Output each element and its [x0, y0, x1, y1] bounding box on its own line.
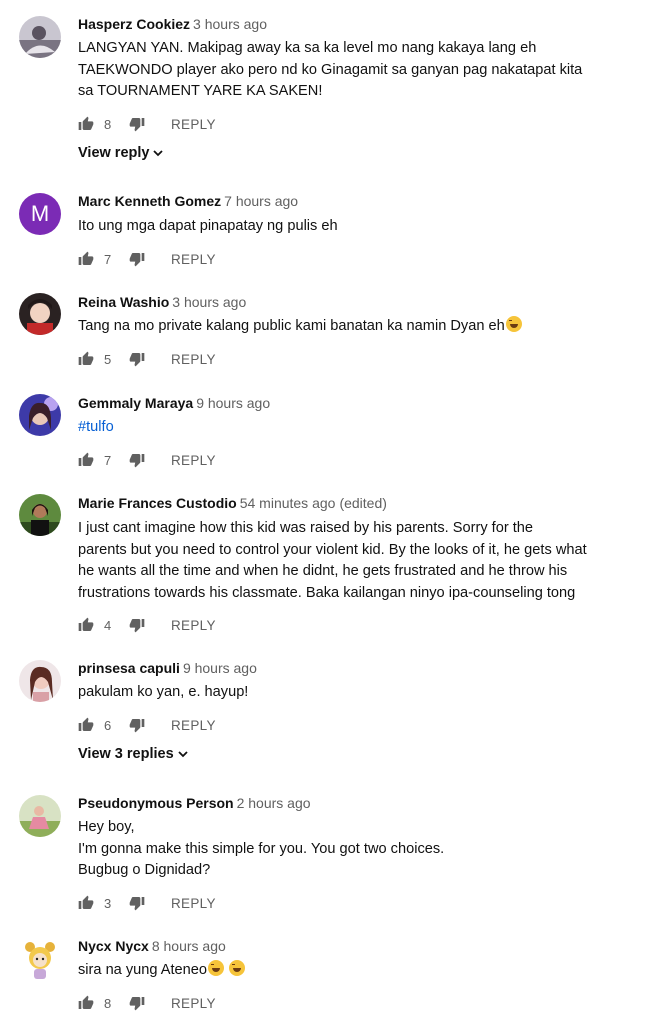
thumb-up-icon[interactable] — [78, 617, 94, 633]
comment-time[interactable]: 3 hours ago — [172, 294, 246, 310]
thumb-down-icon[interactable] — [129, 617, 145, 633]
reply-button[interactable]: REPLY — [171, 996, 216, 1011]
thumb-up-icon[interactable] — [78, 895, 94, 911]
avatar[interactable] — [19, 16, 61, 58]
laughing-emoji-icon — [505, 316, 522, 332]
like-count: 5 — [104, 352, 112, 367]
hashtag-link[interactable]: #tulfo — [78, 419, 114, 435]
like-count: 8 — [104, 117, 112, 132]
comment-time[interactable]: 9 hours ago — [183, 660, 257, 676]
thumb-down-icon[interactable] — [129, 116, 145, 132]
comment-time[interactable]: 3 hours ago — [193, 16, 267, 32]
comment-text: Tang na mo private kalang public kami ba… — [78, 316, 638, 338]
laughing-emoji-icon — [229, 960, 246, 976]
comment-actions: 5 REPLY — [78, 350, 278, 370]
like-count: 8 — [104, 996, 112, 1011]
avatar[interactable]: M — [19, 193, 61, 235]
comment-text: #tulfo — [78, 417, 638, 439]
reply-button[interactable]: REPLY — [171, 896, 216, 911]
reply-button[interactable]: REPLY — [171, 453, 216, 468]
thumb-up-icon[interactable] — [78, 717, 94, 733]
view-replies-label: View reply — [78, 145, 150, 161]
chevron-down-icon — [178, 751, 188, 758]
comment-actions: 7 REPLY — [78, 451, 278, 471]
laughing-emoji-icon — [208, 960, 225, 976]
view-replies-button[interactable]: View reply — [78, 145, 164, 161]
view-replies-button[interactable]: View 3 replies — [78, 746, 189, 762]
author-name[interactable]: Reina Washio — [78, 294, 169, 310]
thumb-down-icon[interactable] — [129, 351, 145, 367]
view-replies-label: View 3 replies — [78, 746, 174, 762]
like-count: 4 — [104, 618, 112, 633]
reply-button[interactable]: REPLY — [171, 117, 216, 132]
reply-button[interactable]: REPLY — [171, 618, 216, 633]
comment-text: Hey boy, I'm gonna make this simple for … — [78, 819, 445, 878]
comment-text: Ito ung mga dapat pinapatay ng pulis eh — [78, 218, 338, 234]
avatar[interactable] — [19, 394, 61, 436]
chevron-down-icon — [153, 150, 164, 157]
comment-time[interactable]: 9 hours ago — [196, 395, 270, 411]
like-count: 7 — [104, 252, 112, 267]
thumb-up-icon[interactable] — [78, 116, 94, 132]
comment-actions: 8 REPLY — [78, 994, 278, 1014]
avatar[interactable] — [19, 795, 61, 837]
avatar[interactable] — [19, 494, 61, 536]
thumb-down-icon[interactable] — [129, 251, 145, 267]
avatar[interactable] — [19, 293, 61, 335]
author-name[interactable]: Gemmaly Maraya — [78, 395, 193, 411]
author-name[interactable]: Pseudonymous Person — [78, 795, 234, 811]
author-name[interactable]: Hasperz Cookiez — [78, 16, 190, 32]
thumb-down-icon[interactable] — [129, 717, 145, 733]
edited-label: (edited) — [339, 495, 387, 511]
comment-text: LANGYAN YAN. Makipag away ka sa ka level… — [78, 40, 583, 99]
like-count: 3 — [104, 896, 112, 911]
author-name[interactable]: Nycx Nycx — [78, 938, 149, 954]
comment-text: pakulam ko yan, e. hayup! — [78, 684, 249, 700]
avatar[interactable] — [19, 938, 61, 980]
reply-button[interactable]: REPLY — [171, 718, 216, 733]
author-name[interactable]: Marc Kenneth Gomez — [78, 193, 221, 209]
thumb-up-icon[interactable] — [78, 351, 94, 367]
reply-button[interactable]: REPLY — [171, 352, 216, 367]
thumb-down-icon[interactable] — [129, 895, 145, 911]
thumb-up-icon[interactable] — [78, 251, 94, 267]
comment-time[interactable]: 54 minutes ago — [240, 495, 336, 511]
comment-time[interactable]: 8 hours ago — [152, 938, 226, 954]
comment-text-content: Tang na mo private kalang public kami ba… — [78, 318, 505, 334]
author-name[interactable]: prinsesa capuli — [78, 660, 180, 676]
author-name[interactable]: Marie Frances Custodio — [78, 495, 237, 511]
comment-text: I just cant imagine how this kid was rai… — [78, 520, 587, 601]
comment-text-content: sira na yung Ateneo — [78, 962, 208, 978]
comment-text: sira na yung Ateneo — [78, 960, 638, 982]
comment-actions: 4 REPLY — [78, 616, 278, 636]
thumb-down-icon[interactable] — [129, 452, 145, 468]
comment-time[interactable]: 7 hours ago — [224, 193, 298, 209]
comment-time[interactable]: 2 hours ago — [237, 795, 311, 811]
like-count: 6 — [104, 718, 112, 733]
thumb-up-icon[interactable] — [78, 995, 94, 1011]
avatar-letter: M — [30, 201, 50, 226]
like-count: 7 — [104, 453, 112, 468]
thumb-down-icon[interactable] — [129, 995, 145, 1011]
comment-actions: 7 REPLY — [78, 250, 278, 270]
thumb-up-icon[interactable] — [78, 452, 94, 468]
avatar[interactable] — [19, 660, 61, 702]
comment-actions: 6 REPLY — [78, 716, 278, 736]
comment-actions: 3 REPLY — [78, 894, 278, 914]
comment-actions: 8 REPLY — [78, 115, 278, 135]
reply-button[interactable]: REPLY — [171, 252, 216, 267]
